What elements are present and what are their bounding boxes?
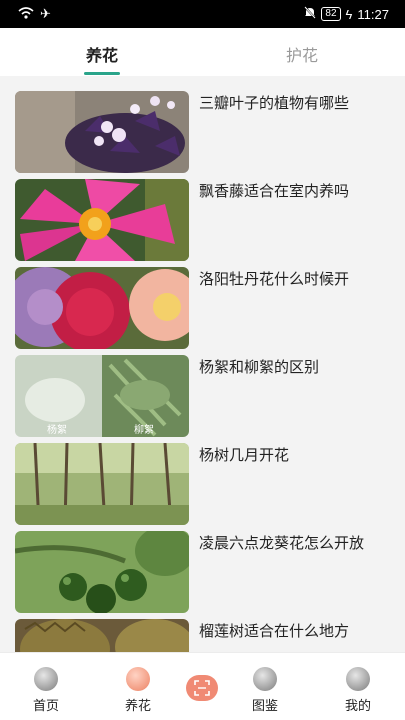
status-bar: ✈ 82 ϟ 11:27	[0, 0, 405, 28]
profile-icon	[346, 667, 370, 691]
mute-icon	[304, 6, 317, 22]
nav-label: 我的	[344, 699, 371, 714]
nav-label: 首页	[32, 699, 59, 714]
list-item[interactable]: 三瓣叶子的植物有哪些	[15, 91, 390, 173]
nav-label: 养花	[124, 699, 151, 714]
tab-yanghua[interactable]: 养花	[86, 42, 118, 66]
nightshade-berries-photo	[15, 531, 189, 613]
photo-caption: 杨絮	[47, 423, 67, 436]
list-item[interactable]: 飘香藤适合在室内养吗	[15, 179, 390, 261]
list-item[interactable]: 杨絮 柳絮 杨絮和柳絮的区别	[15, 355, 390, 437]
list-item[interactable]: 榴莲树适合在什么地方	[15, 619, 390, 652]
airplane-icon: ✈	[40, 6, 51, 21]
nav-tujian[interactable]: 图鉴	[235, 653, 295, 720]
article-title: 三瓣叶子的植物有哪些	[199, 94, 350, 112]
list-item[interactable]: 杨树几月开花	[15, 443, 390, 525]
bottom-nav: 首页 养花 图鉴 我的	[0, 652, 405, 720]
photo-caption: 柳絮	[134, 423, 154, 436]
nav-label: 图鉴	[251, 699, 278, 714]
article-title: 榴莲树适合在什么地方	[199, 622, 350, 640]
durian-photo	[15, 619, 189, 652]
article-title: 洛阳牡丹花什么时候开	[199, 270, 350, 288]
active-tab-indicator	[84, 72, 120, 75]
poplar-willow-photo: 杨絮 柳絮	[15, 355, 189, 437]
pink-mandevilla-photo	[15, 179, 189, 261]
top-tabs: 养花 护花	[0, 28, 405, 76]
poplar-forest-photo	[15, 443, 189, 525]
guide-icon	[253, 667, 277, 691]
nav-profile[interactable]: 我的	[328, 653, 388, 720]
wifi-icon	[18, 6, 34, 22]
scan-button[interactable]	[186, 675, 218, 701]
article-title: 杨树几月开花	[199, 446, 290, 464]
nav-home[interactable]: 首页	[16, 653, 76, 720]
list-item[interactable]: 洛阳牡丹花什么时候开	[15, 267, 390, 349]
article-title: 凌晨六点龙葵花怎么开放	[199, 534, 365, 552]
article-list: 三瓣叶子的植物有哪些 飘香藤适合在室内养吗 洛阳牡丹花什么时候开 杨絮 柳絮 杨…	[0, 76, 405, 652]
nav-yanghua[interactable]: 养花	[108, 653, 168, 720]
flower-icon	[126, 667, 150, 691]
article-title: 杨絮和柳絮的区别	[199, 358, 320, 376]
purple-shamrock-photo	[15, 91, 189, 173]
scan-icon	[194, 680, 210, 696]
clock: 11:27	[357, 6, 389, 22]
home-icon	[34, 667, 58, 691]
battery-indicator: 82	[321, 7, 341, 21]
list-item[interactable]: 凌晨六点龙葵花怎么开放	[15, 531, 390, 613]
article-title: 飘香藤适合在室内养吗	[199, 182, 350, 200]
charging-icon: ϟ	[345, 6, 353, 22]
tab-huhua[interactable]: 护花	[286, 42, 318, 66]
peony-photo	[15, 267, 189, 349]
